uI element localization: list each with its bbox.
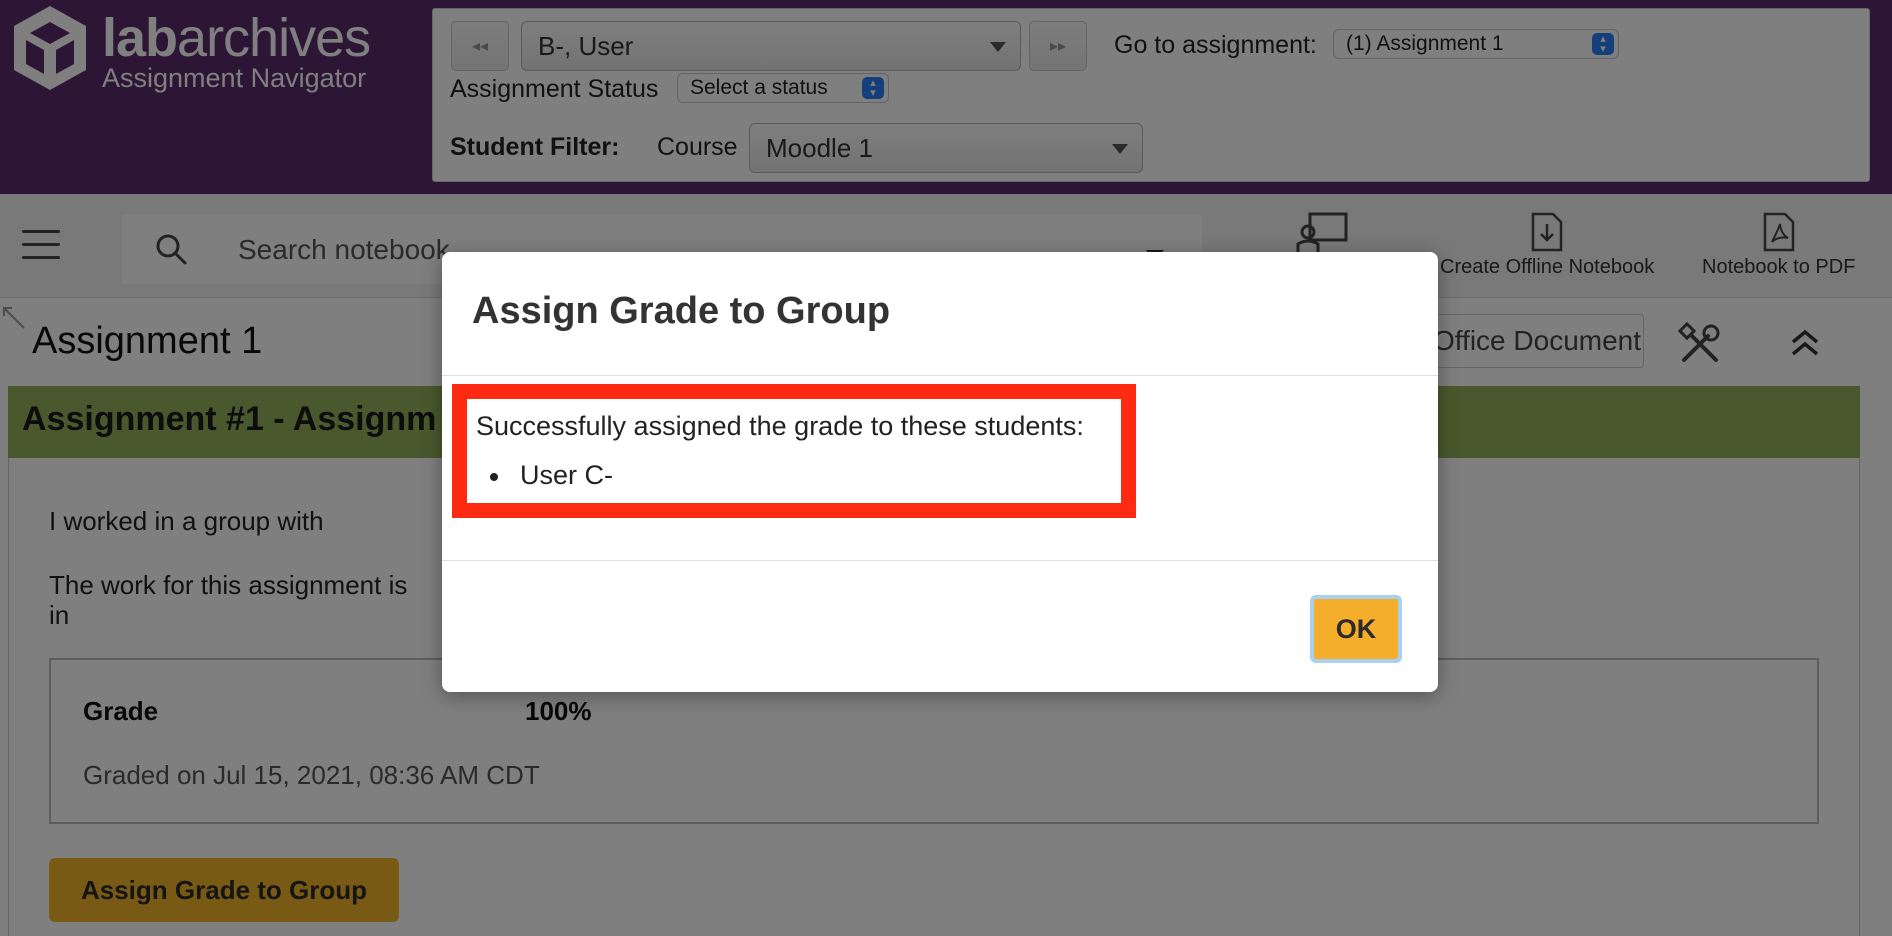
student-list-item: User C- <box>490 460 613 491</box>
highlight-box <box>452 384 1136 518</box>
dialog-title: Assign Grade to Group <box>472 290 891 332</box>
ok-button[interactable]: OK <box>1310 595 1402 663</box>
success-message: Successfully assigned the grade to these… <box>476 411 1084 441</box>
bullet-icon <box>490 472 498 481</box>
dialog-body: Successfully assigned the grade to these… <box>442 376 1438 560</box>
dialog-header: Assign Grade to Group <box>442 252 1438 376</box>
assign-grade-dialog: Assign Grade to Group Successfully assig… <box>442 252 1438 692</box>
dialog-footer: OK <box>442 560 1438 692</box>
